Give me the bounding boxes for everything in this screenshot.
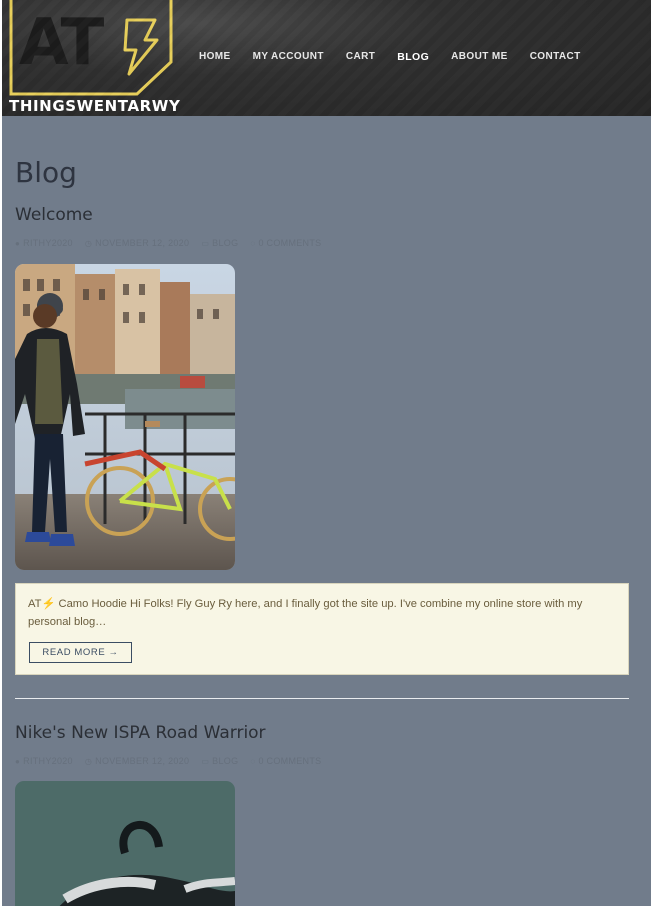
- logo-letters: AT: [19, 6, 104, 80]
- nav-home[interactable]: HOME: [199, 51, 231, 63]
- meta-category-label: BLOG: [212, 238, 239, 248]
- nav-blog[interactable]: BLOG: [397, 51, 429, 63]
- clock-icon: ◷: [84, 238, 93, 248]
- meta-author-label: RITHY2020: [23, 756, 73, 766]
- meta-date-label: NOVEMBER 12, 2020: [95, 238, 190, 248]
- post-excerpt-card: AT⚡ Camo Hoodie Hi Folks! Fly Guy Ry her…: [15, 583, 629, 675]
- meta-category[interactable]: ▭ BLOG: [201, 238, 238, 248]
- nav-my-account[interactable]: MY ACCOUNT: [253, 51, 324, 63]
- post-thumbnail[interactable]: [15, 264, 235, 570]
- folder-icon: ▭: [201, 238, 210, 248]
- post-thumbnail[interactable]: [15, 781, 235, 906]
- nav-contact[interactable]: CONTACT: [530, 51, 581, 63]
- page-title: Blog: [15, 156, 77, 189]
- meta-author[interactable]: ● RITHY2020: [15, 756, 73, 766]
- meta-date-label: NOVEMBER 12, 2020: [95, 756, 190, 766]
- post-excerpt: AT⚡ Camo Hoodie Hi Folks! Fly Guy Ry her…: [28, 598, 583, 628]
- post-divider: [15, 698, 629, 699]
- user-icon: ●: [15, 756, 21, 766]
- meta-comments[interactable]: ◌ 0 COMMENTS: [250, 756, 321, 766]
- post-meta: ● RITHY2020 ◷ NOVEMBER 12, 2020 ▭ BLOG ◌ 0 C…: [15, 238, 321, 248]
- site-header: AT THINGSWENTARWY HOME MY ACCOUNT CART B…: [2, 0, 651, 116]
- user-icon: ●: [15, 238, 21, 248]
- meta-date: ◷ NOVEMBER 12, 2020: [85, 756, 189, 766]
- comment-icon: ◌: [250, 756, 256, 766]
- comment-icon: ◌: [250, 238, 256, 248]
- post-title[interactable]: Nike's New ISPA Road Warrior: [15, 723, 266, 743]
- page: AT THINGSWENTARWY HOME MY ACCOUNT CART B…: [2, 0, 651, 906]
- logo-name: THINGSWENTARWY: [9, 97, 181, 115]
- site-logo[interactable]: AT: [9, 0, 173, 96]
- post-title[interactable]: Welcome: [15, 205, 93, 225]
- meta-category-label: BLOG: [212, 756, 239, 766]
- meta-comments-label: 0 COMMENTS: [258, 238, 322, 248]
- meta-category[interactable]: ▭ BLOG: [201, 756, 238, 766]
- meta-comments-label: 0 COMMENTS: [258, 756, 322, 766]
- folder-icon: ▭: [201, 756, 210, 766]
- meta-author[interactable]: ● RITHY2020: [15, 238, 73, 248]
- logo-mark-icon: [9, 0, 173, 96]
- meta-date: ◷ NOVEMBER 12, 2020: [85, 238, 189, 248]
- nav-cart[interactable]: CART: [346, 51, 375, 63]
- meta-comments[interactable]: ◌ 0 COMMENTS: [250, 238, 321, 248]
- clock-icon: ◷: [84, 756, 93, 766]
- meta-author-label: RITHY2020: [23, 238, 73, 248]
- post-image: [15, 781, 235, 906]
- nav-about-me[interactable]: ABOUT ME: [451, 51, 508, 63]
- read-more-button[interactable]: READ MORE →: [29, 642, 132, 663]
- post-image: [15, 264, 235, 570]
- main-nav: HOME MY ACCOUNT CART BLOG ABOUT ME CONTA…: [199, 51, 603, 63]
- post-meta: ● RITHY2020 ◷ NOVEMBER 12, 2020 ▭ BLOG ◌ 0 C…: [15, 756, 321, 766]
